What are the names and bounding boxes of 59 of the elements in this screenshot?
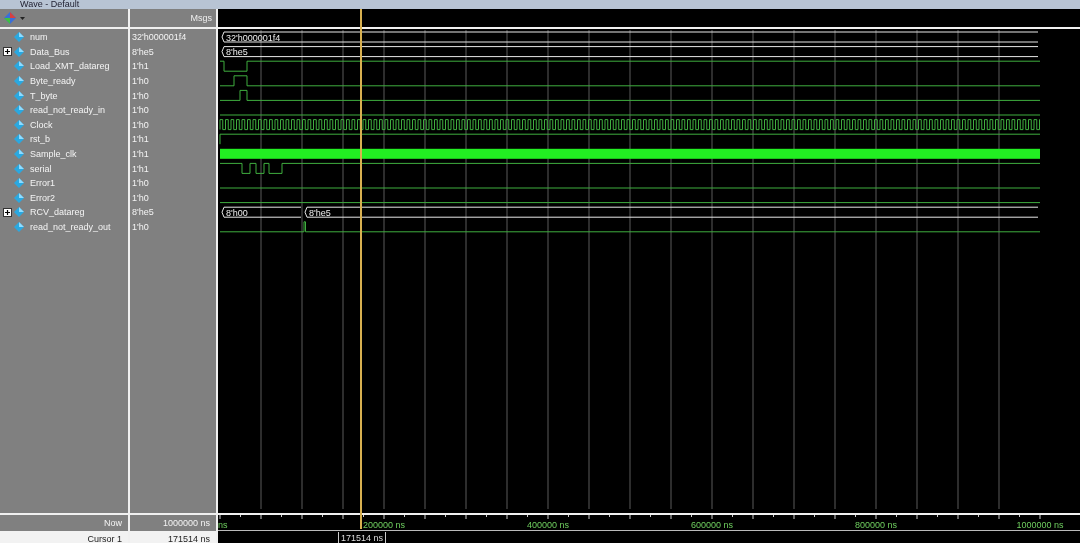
signal-icon [14,192,24,203]
signal-value: 32'h000001f4 [132,32,187,43]
signal-name[interactable]: T_byte [30,90,58,101]
axis-label: 1000000 ns [1016,519,1064,530]
signal-icon [14,61,24,72]
signal-value: 1'h1 [132,61,149,72]
signal-name[interactable]: RCV_datareg [30,207,85,218]
signal-value: 1'h0 [132,222,149,232]
signal-name[interactable]: read_not_ready_out [30,222,111,232]
signal-name[interactable]: num [30,32,48,43]
signal-name[interactable]: read_not_ready_in [30,105,106,116]
signal-name[interactable]: Sample_clk [30,149,77,160]
cursor-value: 171514 ns [130,531,216,543]
axis-label: 800000 ns [855,519,897,530]
signal-value: 8'he5 [132,46,154,57]
signal-icon [14,105,24,116]
cursor-label: Cursor 1 [0,531,128,543]
signal-value: 8'he5 [132,207,154,218]
signal-value: 1'h1 [132,149,149,160]
window-title: Wave - Default [20,0,80,9]
signal-name[interactable]: Clock [30,119,53,130]
signal-icon [14,222,24,232]
axis-label: ns [218,519,228,530]
signal-icon [14,46,24,57]
bus-value: 32'h000001f4 [226,32,281,43]
axis-label: 200000 ns [363,519,405,530]
signal-name[interactable]: Load_XMT_datareg [30,61,110,72]
bus-value: 8'he5 [226,47,248,58]
signal-name[interactable]: Error2 [30,192,55,203]
signal-value: 1'h0 [132,90,149,101]
signal-icon [14,32,24,43]
expand-icon[interactable] [3,47,12,57]
axis-label: 400000 ns [527,519,569,530]
bus-value: 8'h00 [226,207,248,218]
signal-name[interactable]: Data_Bus [30,46,70,57]
signal-icon [14,90,24,101]
signal-menu-icon[interactable] [4,12,26,24]
bus-value: 8'he5 [309,207,331,218]
signal-icon [14,119,24,130]
signal-icon [14,76,24,87]
signal-icon [14,207,24,218]
signal-name[interactable]: Byte_ready [30,76,76,87]
axis-label: 600000 ns [691,519,733,530]
signal-value: 1'h1 [132,163,149,174]
expand-icon[interactable] [3,207,12,217]
cursor-time-tag: 171514 ns [338,532,387,543]
signal-value: 1'h1 [132,134,149,145]
signal-value: 1'h0 [132,192,149,203]
signal-value: 1'h0 [132,178,149,189]
signal-value: 1'h0 [132,119,149,130]
signal-icon [14,134,24,145]
signal-icon [14,163,24,174]
signal-icon [14,149,24,160]
signal-name[interactable]: Error1 [30,178,55,189]
signal-value: 1'h0 [132,105,149,116]
signal-value: 1'h0 [132,76,149,87]
signal-icon [14,178,24,189]
signal-name[interactable]: serial [30,163,52,174]
signal-name[interactable]: rst_b [30,134,50,145]
